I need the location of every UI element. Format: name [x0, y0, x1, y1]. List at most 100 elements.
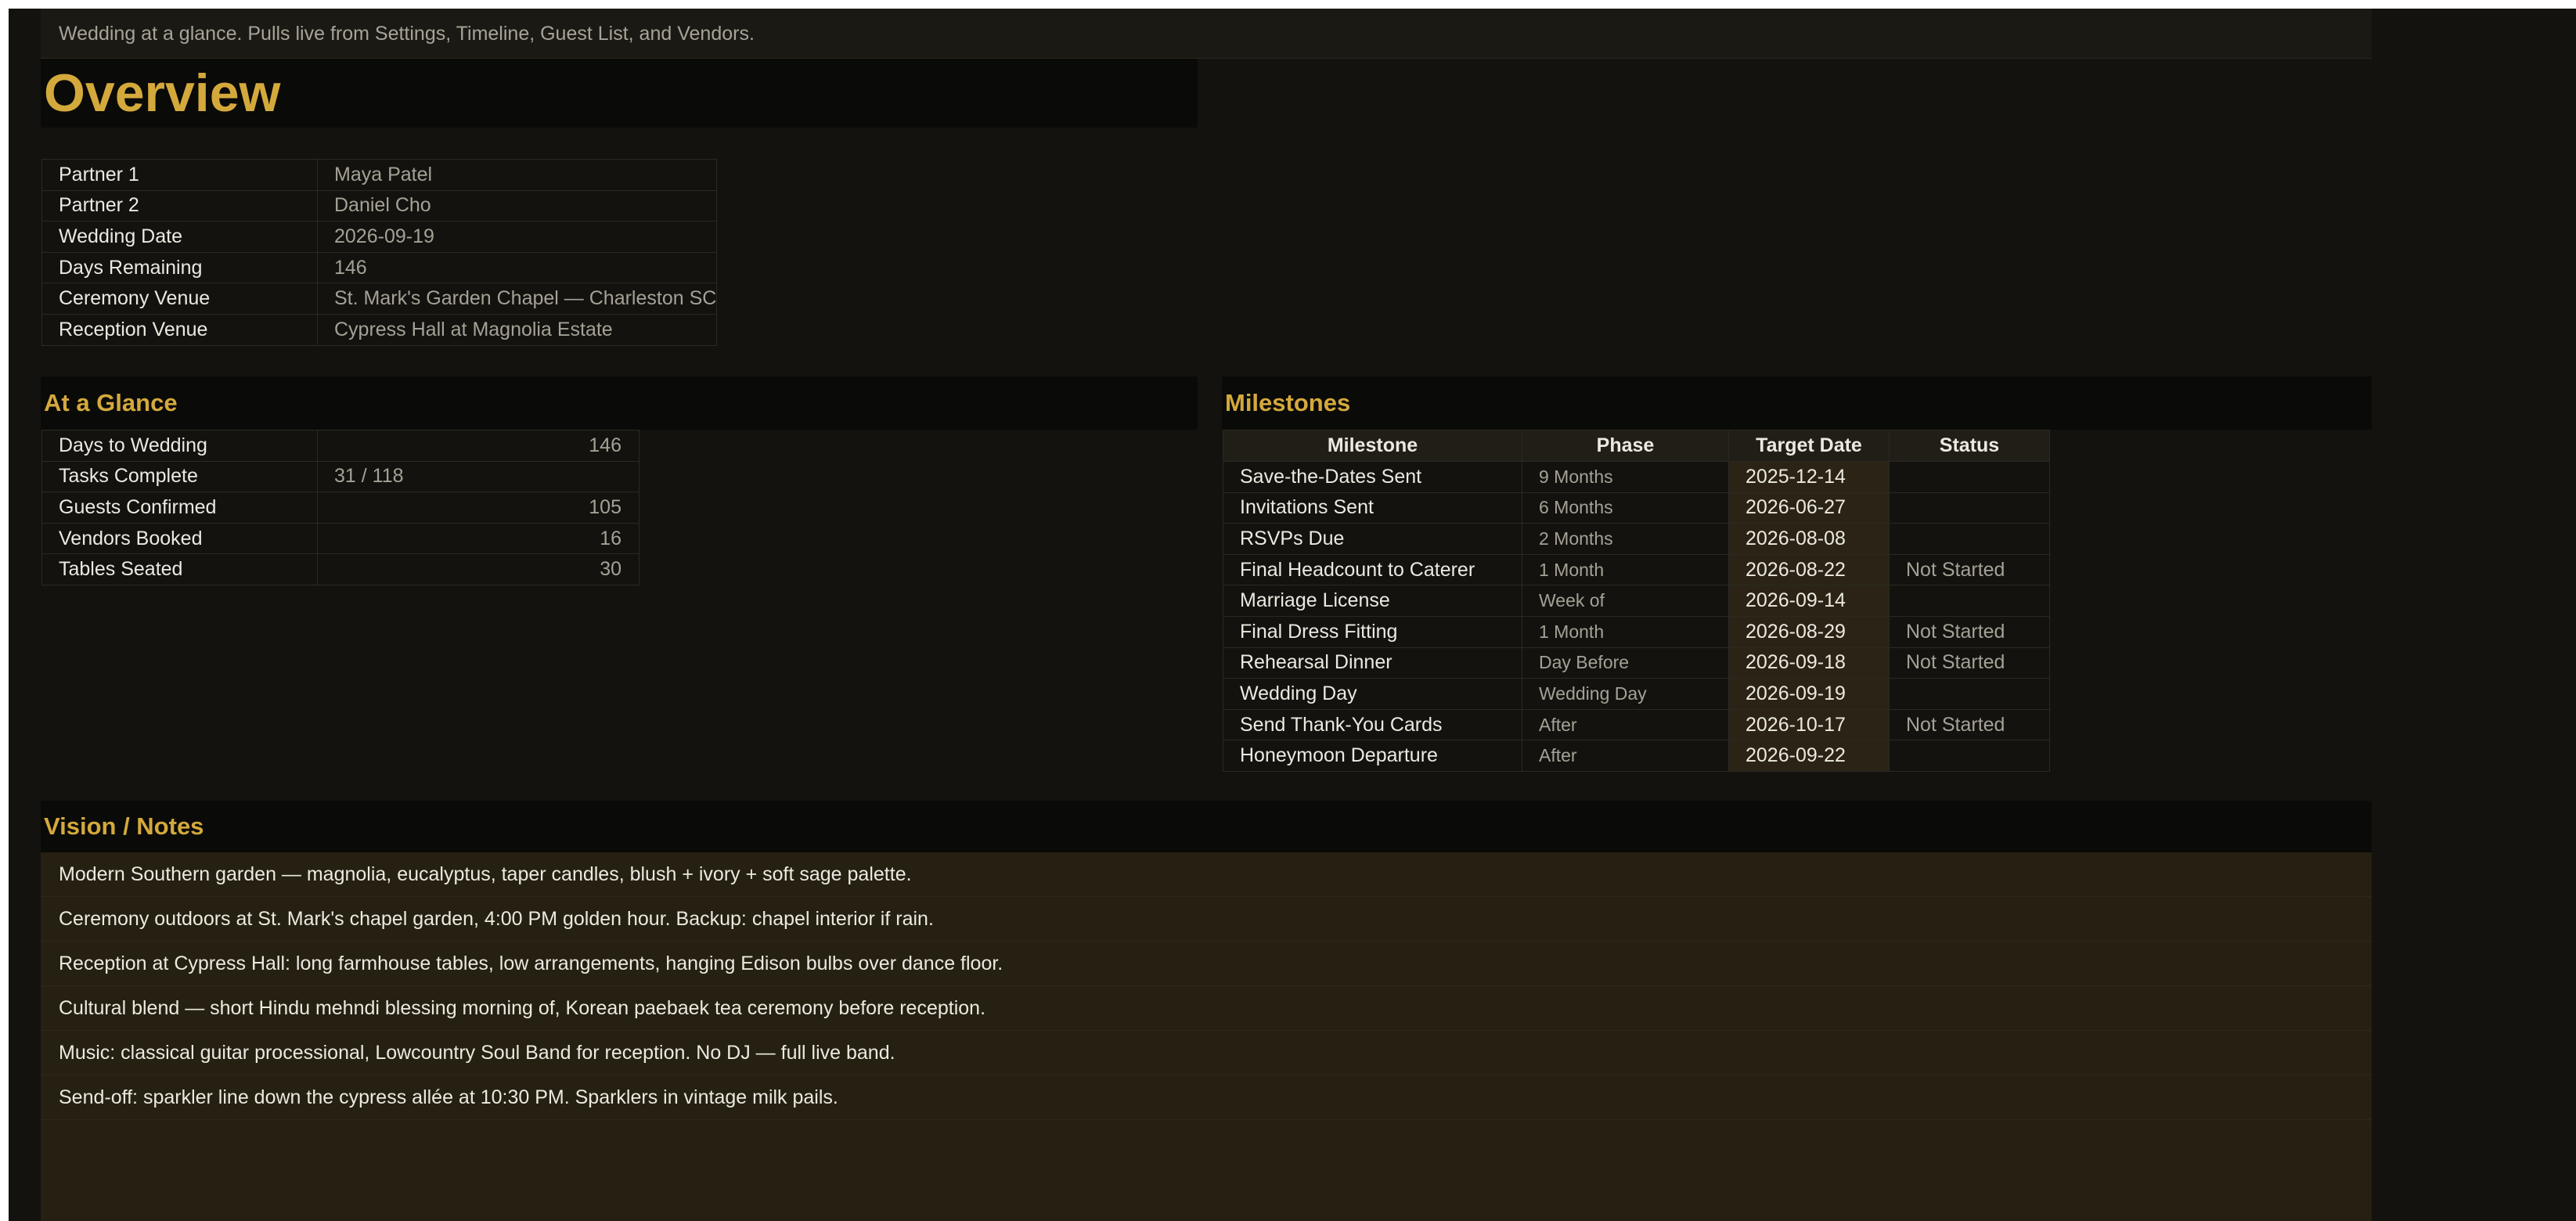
settings-label-cell[interactable]: Ceremony Venue — [41, 283, 318, 315]
at-a-glance-table: Days to Wedding 146 Tasks Complete 31 / … — [41, 430, 639, 585]
table-row: Tables Seated 30 — [41, 553, 639, 585]
milestone-cell[interactable]: Save-the-Dates Sent — [1223, 461, 1522, 493]
status-cell[interactable] — [1889, 492, 2050, 524]
table-row: Partner 1 Maya Patel — [41, 159, 718, 191]
status-cell[interactable] — [1889, 740, 2050, 772]
column-header-phase[interactable]: Phase — [1522, 430, 1729, 462]
note-line[interactable]: Send-off: sparkler line down the cypress… — [41, 1075, 2372, 1120]
table-row: Days Remaining 146 — [41, 251, 718, 284]
settings-label-cell[interactable]: Partner 2 — [41, 189, 318, 222]
status-cell[interactable] — [1889, 678, 2050, 710]
glance-value-cell[interactable]: 146 — [317, 430, 639, 462]
settings-label-cell[interactable]: Reception Venue — [41, 313, 318, 346]
milestone-cell[interactable]: Rehearsal Dinner — [1223, 647, 1522, 679]
note-line[interactable]: Ceremony outdoors at St. Mark's chapel g… — [41, 897, 2372, 942]
target-date-cell[interactable]: 2026-09-18 — [1728, 647, 1890, 679]
status-cell[interactable] — [1889, 585, 2050, 617]
phase-cell[interactable]: After — [1522, 740, 1729, 772]
milestone-cell[interactable]: Send Thank-You Cards — [1223, 708, 1522, 741]
note-line[interactable]: Reception at Cypress Hall: long farmhous… — [41, 942, 2372, 986]
glance-value-cell[interactable]: 31 / 118 — [317, 460, 639, 493]
status-cell[interactable] — [1889, 461, 2050, 493]
table-row: Vendors Booked 16 — [41, 522, 639, 555]
target-date-cell[interactable]: 2026-10-17 — [1728, 708, 1890, 741]
phase-cell[interactable]: After — [1522, 708, 1729, 741]
table-row: RSVPs Due 2 Months 2026-08-08 — [1223, 523, 2050, 555]
milestones-table: Milestone Phase Target Date Status Save-… — [1223, 430, 2050, 772]
status-cell[interactable]: Not Started — [1889, 708, 2050, 741]
target-date-cell[interactable]: 2026-09-14 — [1728, 585, 1890, 617]
spreadsheet-canvas: Wedding at a glance. Pulls live from Set… — [9, 9, 2576, 1221]
milestone-cell[interactable]: Wedding Day — [1223, 678, 1522, 710]
table-row: Tasks Complete 31 / 118 — [41, 460, 639, 493]
milestone-cell[interactable]: Honeymoon Departure — [1223, 740, 1522, 772]
status-cell[interactable]: Not Started — [1889, 553, 2050, 586]
table-row: Rehearsal Dinner Day Before 2026-09-18 N… — [1223, 647, 2050, 679]
section-title-vision-notes: Vision / Notes — [41, 801, 2372, 852]
phase-cell[interactable]: 1 Month — [1522, 615, 1729, 648]
section-title-at-a-glance: At a Glance — [41, 376, 1198, 430]
glance-value-cell[interactable]: 105 — [317, 492, 639, 524]
status-cell[interactable]: Not Started — [1889, 647, 2050, 679]
settings-label-cell[interactable]: Partner 1 — [41, 159, 318, 191]
glance-label-cell[interactable]: Tasks Complete — [41, 460, 318, 493]
settings-value-cell[interactable]: St. Mark's Garden Chapel — Charleston SC — [316, 283, 718, 315]
settings-value-cell[interactable]: 2026-09-19 — [316, 221, 718, 253]
column-header-status[interactable]: Status — [1889, 430, 2050, 462]
target-date-cell[interactable]: 2026-08-22 — [1728, 553, 1890, 586]
target-date-cell[interactable]: 2026-06-27 — [1728, 492, 1890, 524]
target-date-cell[interactable]: 2026-09-19 — [1728, 678, 1890, 710]
milestone-cell[interactable]: RSVPs Due — [1223, 523, 1522, 555]
status-cell[interactable] — [1889, 523, 2050, 555]
table-row: Invitations Sent 6 Months 2026-06-27 — [1223, 492, 2050, 524]
glance-value-cell[interactable]: 30 — [317, 553, 639, 585]
glance-label-cell[interactable]: Days to Wedding — [41, 430, 318, 462]
table-row: Send Thank-You Cards After 2026-10-17 No… — [1223, 708, 2050, 741]
table-row: Final Headcount to Caterer 1 Month 2026-… — [1223, 553, 2050, 586]
milestone-cell[interactable]: Marriage License — [1223, 585, 1522, 617]
settings-label-cell[interactable]: Days Remaining — [41, 251, 318, 284]
wedding-settings-table: Partner 1 Maya Patel Partner 2 Daniel Ch… — [41, 159, 718, 346]
target-date-cell[interactable]: 2025-12-14 — [1728, 461, 1890, 493]
phase-cell[interactable]: 1 Month — [1522, 553, 1729, 586]
settings-value-cell[interactable]: Cypress Hall at Magnolia Estate — [316, 313, 718, 346]
phase-cell[interactable]: 2 Months — [1522, 523, 1729, 555]
settings-value-cell[interactable]: Daniel Cho — [316, 189, 718, 222]
column-header-milestone[interactable]: Milestone — [1223, 430, 1522, 462]
glance-value-cell[interactable]: 16 — [317, 522, 639, 555]
settings-value-cell[interactable]: Maya Patel — [316, 159, 718, 191]
milestone-cell[interactable]: Final Dress Fitting — [1223, 615, 1522, 648]
table-row: Ceremony Venue St. Mark's Garden Chapel … — [41, 283, 718, 315]
column-header-target-date[interactable]: Target Date — [1728, 430, 1890, 462]
phase-cell[interactable]: Wedding Day — [1522, 678, 1729, 710]
phase-cell[interactable]: Day Before — [1522, 647, 1729, 679]
table-row: Wedding Day Wedding Day 2026-09-19 — [1223, 678, 2050, 710]
section-title-milestones: Milestones — [1222, 376, 2372, 430]
settings-value-cell[interactable]: 146 — [316, 251, 718, 284]
table-row: Marriage License Week of 2026-09-14 — [1223, 585, 2050, 617]
glance-label-cell[interactable]: Guests Confirmed — [41, 492, 318, 524]
table-row: Partner 2 Daniel Cho — [41, 189, 718, 222]
table-row: Guests Confirmed 105 — [41, 492, 639, 524]
table-row: Wedding Date 2026-09-19 — [41, 221, 718, 253]
note-line[interactable]: Modern Southern garden — magnolia, eucal… — [41, 852, 2372, 897]
settings-label-cell[interactable]: Wedding Date — [41, 221, 318, 253]
phase-cell[interactable]: Week of — [1522, 585, 1729, 617]
status-cell[interactable]: Not Started — [1889, 615, 2050, 648]
table-row: Reception Venue Cypress Hall at Magnolia… — [41, 313, 718, 346]
target-date-cell[interactable]: 2026-08-29 — [1728, 615, 1890, 648]
note-line[interactable]: Cultural blend — short Hindu mehndi bles… — [41, 986, 2372, 1031]
glance-label-cell[interactable]: Tables Seated — [41, 553, 318, 585]
target-date-cell[interactable]: 2026-09-22 — [1728, 740, 1890, 772]
note-line[interactable]: Music: classical guitar processional, Lo… — [41, 1031, 2372, 1075]
milestone-cell[interactable]: Invitations Sent — [1223, 492, 1522, 524]
glance-label-cell[interactable]: Vendors Booked — [41, 522, 318, 555]
phase-cell[interactable]: 9 Months — [1522, 461, 1729, 493]
milestone-cell[interactable]: Final Headcount to Caterer — [1223, 553, 1522, 586]
table-header-row: Milestone Phase Target Date Status — [1223, 430, 2050, 462]
table-row: Honeymoon Departure After 2026-09-22 — [1223, 740, 2050, 772]
phase-cell[interactable]: 6 Months — [1522, 492, 1729, 524]
notes-block: Modern Southern garden — magnolia, eucal… — [41, 852, 2372, 1221]
target-date-cell[interactable]: 2026-08-08 — [1728, 523, 1890, 555]
table-row: Final Dress Fitting 1 Month 2026-08-29 N… — [1223, 615, 2050, 648]
